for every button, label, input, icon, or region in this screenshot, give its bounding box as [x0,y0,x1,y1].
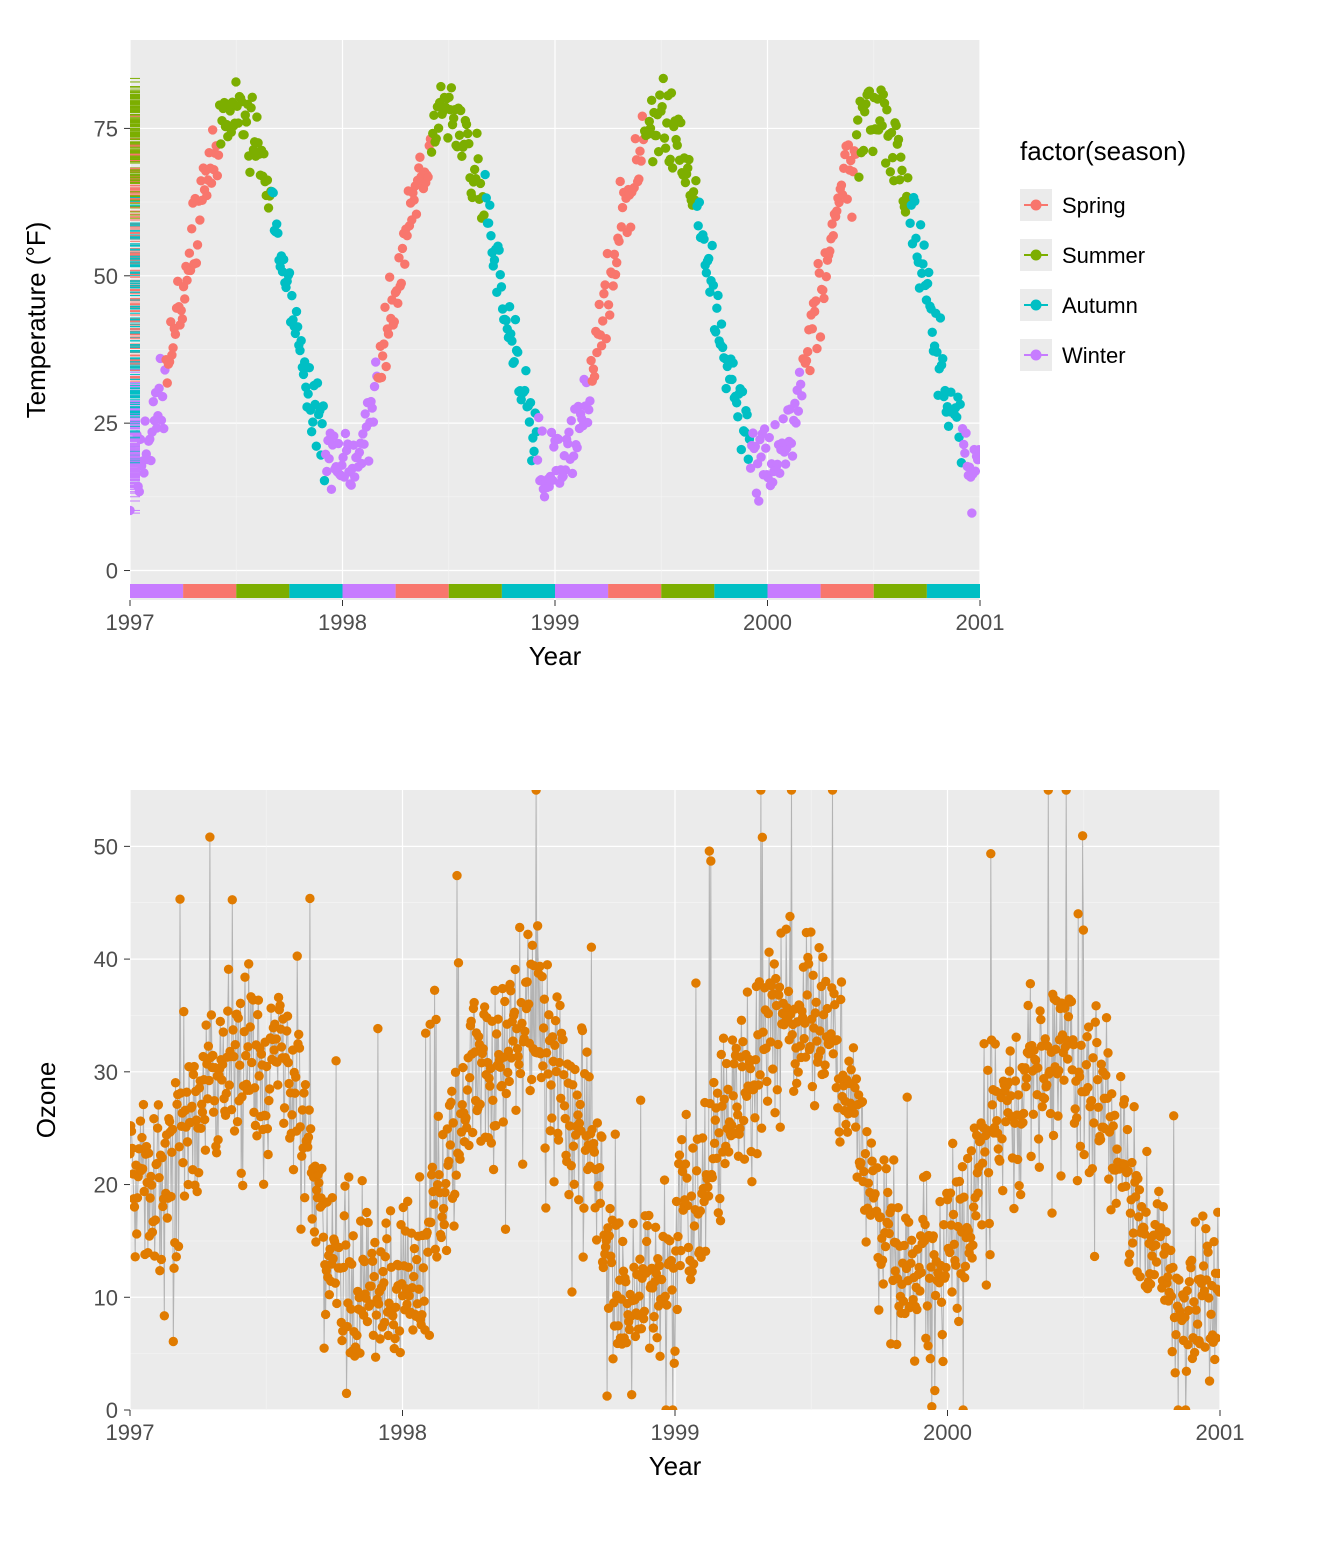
legend-item-label: Autumn [1062,293,1138,318]
bottom-y-axis-title: Ozone [31,1062,61,1139]
bottom-y-tick-label: 20 [94,1173,118,1198]
season-band [927,584,980,598]
season-band [874,584,927,598]
legend-title: factor(season) [1020,136,1186,166]
season-band [449,584,502,598]
season-band [502,584,555,598]
bottom-x-tick-label: 1998 [378,1420,427,1445]
bottom-y-tick-label: 40 [94,947,118,972]
top-x-tick-label: 2001 [956,610,1005,635]
season-band [608,584,661,598]
season-band [396,584,449,598]
y-rug [130,78,140,513]
season-band [236,584,289,598]
bottom-x-tick-label: 2000 [923,1420,972,1445]
charts-svg: 199719981999200020010255075YearTemperatu… [0,0,1344,1536]
legend-key-point [1031,350,1041,360]
bottom-y-tick-label: 30 [94,1060,118,1085]
bottom-x-axis-title: Year [649,1451,702,1481]
bottom-x-tick-label: 2001 [1196,1420,1245,1445]
season-band [343,584,396,598]
bottom-y-tick-label: 50 [94,834,118,859]
season-band [555,584,608,598]
top-y-tick-label: 75 [94,116,118,141]
season-band [183,584,236,598]
bottom-x-tick-label: 1997 [106,1420,155,1445]
top-x-axis-title: Year [529,641,582,671]
season-band [768,584,821,598]
season-band [821,584,874,598]
top-y-tick-label: 25 [94,411,118,436]
top-x-tick-label: 1998 [318,610,367,635]
bottom-x-tick-label: 1999 [651,1420,700,1445]
season-band [661,584,714,598]
season-band [130,584,183,598]
bottom-y-tick-label: 0 [106,1398,118,1423]
bottom-y-tick-label: 10 [94,1285,118,1310]
legend-key-point [1031,200,1041,210]
legend-item-label: Spring [1062,193,1126,218]
top-x-tick-label: 1999 [531,610,580,635]
season-band [289,584,342,598]
top-x-tick-label: 1997 [106,610,155,635]
top-y-tick-label: 0 [106,559,118,584]
top-y-tick-label: 50 [94,264,118,289]
legend-item-label: Winter [1062,343,1126,368]
legend-key-point [1031,300,1041,310]
charts-page: 199719981999200020010255075YearTemperatu… [0,0,1344,1536]
season-band [714,584,767,598]
legend-item-label: Summer [1062,243,1145,268]
legend-key-point [1031,250,1041,260]
top-x-tick-label: 2000 [743,610,792,635]
top-y-axis-title: Temperature (°F) [21,222,51,419]
